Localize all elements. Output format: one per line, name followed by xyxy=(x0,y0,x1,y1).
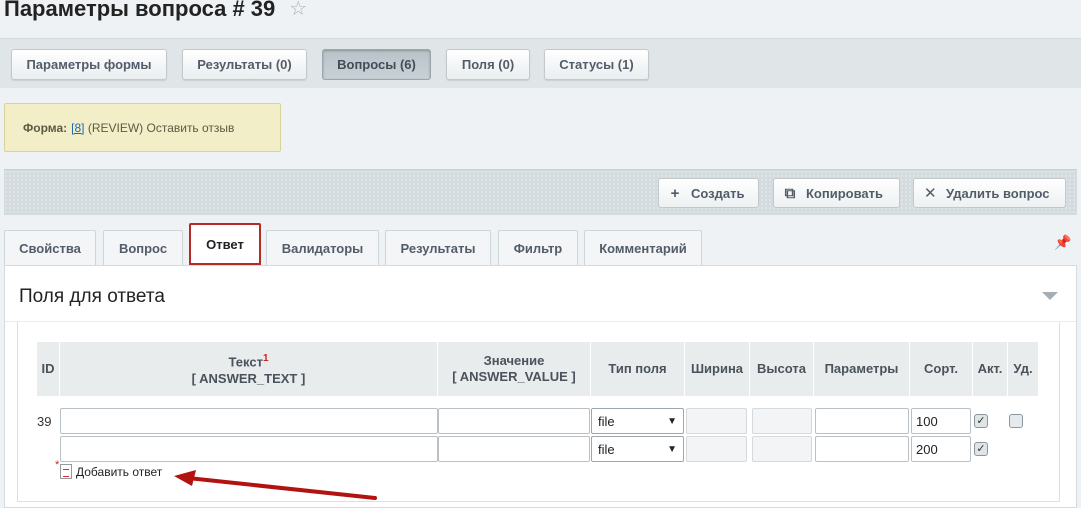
page-title: Параметры вопроса # 39 ☆ xyxy=(4,0,307,22)
width-input[interactable] xyxy=(686,436,747,462)
col-width-header: Ширина xyxy=(685,342,749,396)
col-width-label: Ширина xyxy=(690,361,744,376)
form-link[interactable]: [8] xyxy=(71,121,84,135)
tab-properties[interactable]: Свойства xyxy=(4,230,96,265)
field-type-select[interactable]: file ▼ xyxy=(591,436,684,462)
add-answer-label: Добавить ответ xyxy=(76,464,163,479)
top-tab-questions[interactable]: Вопросы (6) xyxy=(322,49,431,80)
delete-checkbox[interactable] xyxy=(1009,414,1023,428)
tab-results[interactable]: Результаты xyxy=(385,230,491,265)
col-type-label: Тип поля xyxy=(608,361,667,376)
col-height-header: Высота xyxy=(750,342,813,396)
plus-icon: + xyxy=(670,184,680,202)
top-tabs-bar: Параметры формы Результаты (0) Вопросы (… xyxy=(0,38,1081,88)
col-sort-label: Сорт. xyxy=(924,361,958,376)
tab-comment[interactable]: Комментарий xyxy=(584,230,702,265)
add-document-icon xyxy=(55,459,72,479)
col-sort-header: Сорт. xyxy=(910,342,972,396)
top-tab-fields[interactable]: Поля (0) xyxy=(446,49,530,80)
top-tab-statuses[interactable]: Статусы (1) xyxy=(544,49,649,80)
field-type-value: file xyxy=(598,441,615,457)
col-text-title: Текст xyxy=(228,354,263,370)
tab-answer[interactable]: Ответ xyxy=(189,223,261,265)
col-text-label: Текст1 xyxy=(228,351,268,370)
copy-button-label: Копировать xyxy=(806,185,884,201)
answer-text-input[interactable] xyxy=(60,408,438,434)
close-icon: ✕ xyxy=(924,185,937,202)
action-bar: + Создать ⧉ Копировать ✕ Удалить вопрос xyxy=(4,169,1077,215)
col-id-label: ID xyxy=(41,361,55,376)
col-delete-label: Уд. xyxy=(1013,361,1033,376)
tab-filter[interactable]: Фильтр xyxy=(498,230,578,265)
delete-question-button[interactable]: ✕ Удалить вопрос xyxy=(913,178,1066,208)
height-input[interactable] xyxy=(752,408,812,434)
col-id-header: ID xyxy=(37,342,59,396)
page-title-text: Параметры вопроса # 39 xyxy=(4,0,276,21)
height-input[interactable] xyxy=(752,436,812,462)
answer-text-input[interactable] xyxy=(60,436,438,462)
pin-icon[interactable]: 📌 xyxy=(1054,234,1071,251)
answer-value-input[interactable] xyxy=(438,436,590,462)
col-active-header: Акт. xyxy=(973,342,1007,396)
width-input[interactable] xyxy=(686,408,747,434)
col-params-label: Параметры xyxy=(824,361,899,376)
form-info-label: Форма: xyxy=(23,120,68,135)
top-tab-form-params[interactable]: Параметры формы xyxy=(11,49,167,80)
add-answer-link[interactable]: Добавить ответ xyxy=(55,459,163,479)
create-button[interactable]: + Создать xyxy=(658,178,759,208)
params-input[interactable] xyxy=(815,408,909,434)
sort-input[interactable] xyxy=(911,408,971,434)
sort-input[interactable] xyxy=(911,436,971,462)
section-title: Поля для ответа xyxy=(19,286,165,307)
annotation-arrow-icon xyxy=(174,470,377,500)
top-tab-results[interactable]: Результаты (0) xyxy=(182,49,307,80)
col-text-header: Текст1 [ ANSWER_TEXT ] xyxy=(60,342,437,396)
form-info-box: Форма: [8] (REVIEW) Оставить отзыв xyxy=(4,103,281,152)
delete-button-label: Удалить вопрос xyxy=(946,185,1050,201)
answer-value-input[interactable] xyxy=(438,408,590,434)
params-input[interactable] xyxy=(815,436,909,462)
create-button-label: Создать xyxy=(691,185,745,201)
chevron-down-icon: ▼ xyxy=(667,443,677,455)
tab-validators[interactable]: Валидаторы xyxy=(266,230,379,265)
star-icon[interactable]: ☆ xyxy=(289,0,307,19)
col-type-header: Тип поля xyxy=(591,342,684,396)
collapse-arrow-icon[interactable] xyxy=(1042,292,1058,300)
active-checkbox[interactable]: ✓ xyxy=(974,442,988,456)
col-params-header: Параметры xyxy=(814,342,909,396)
chevron-down-icon: ▼ xyxy=(667,415,677,427)
col-text-footnote: 1 xyxy=(262,353,269,365)
col-value-title: Значение xyxy=(483,353,545,368)
col-height-label: Высота xyxy=(757,361,806,376)
tab-question[interactable]: Вопрос xyxy=(103,230,183,265)
col-value-header: Значение [ ANSWER_VALUE ] xyxy=(438,342,590,396)
copy-icon: ⧉ xyxy=(784,184,796,202)
field-type-select[interactable]: file ▼ xyxy=(591,408,684,434)
form-info-text: (REVIEW) Оставить отзыв xyxy=(87,120,235,135)
field-type-value: file xyxy=(598,413,615,429)
row-id: 39 xyxy=(37,414,52,429)
active-checkbox[interactable]: ✓ xyxy=(974,414,988,428)
copy-button[interactable]: ⧉ Копировать xyxy=(773,178,900,208)
col-active-label: Акт. xyxy=(977,361,1003,376)
col-delete-header: Уд. xyxy=(1008,342,1038,396)
col-value-code: [ ANSWER_VALUE ] xyxy=(452,369,576,384)
col-text-code: [ ANSWER_TEXT ] xyxy=(191,370,306,386)
